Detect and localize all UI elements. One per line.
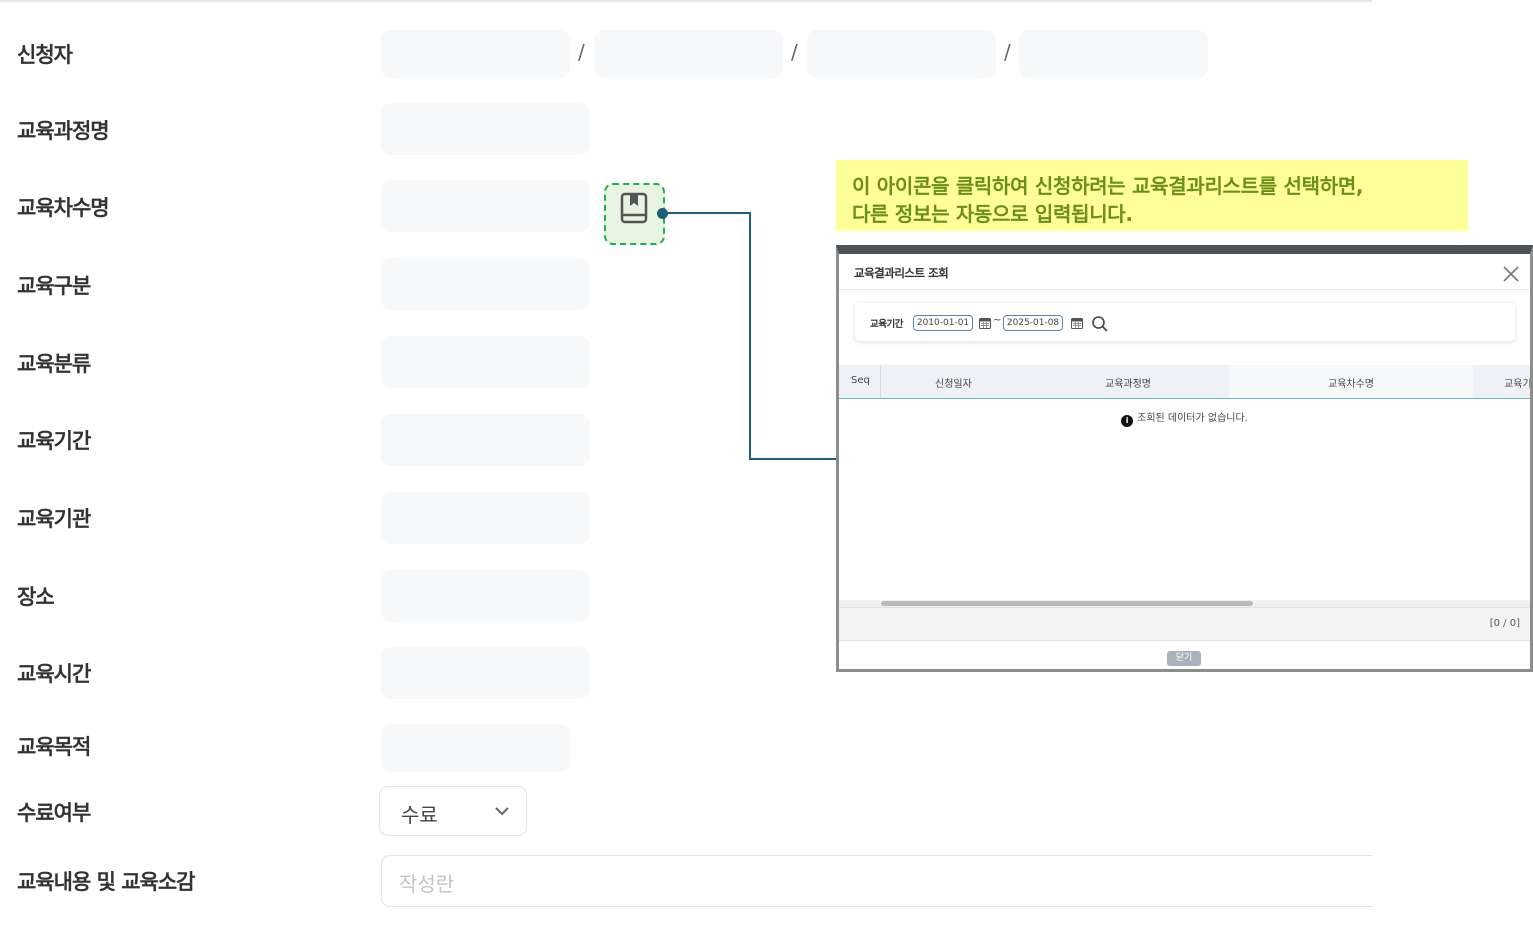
education-result-popup: 교육결과리스트 조회 교육기간 2010-01-01 ~ 2025-01-08 …: [836, 245, 1533, 672]
scrollbar-thumb[interactable]: [881, 601, 1253, 606]
connector-dot: [657, 208, 668, 219]
date-to-input[interactable]: 2025-01-08: [1003, 315, 1063, 331]
close-icon[interactable]: [1502, 265, 1520, 283]
date-separator: ~: [993, 315, 1002, 326]
no-data-text: 조회된 데이터가 없습니다.: [1137, 413, 1248, 424]
callout-line-2: 다른 정보는 자동으로 입력됩니다.: [852, 202, 1133, 226]
grid-header: Seq 신청일자 교육과정명 교육차수명 교육기: [839, 365, 1530, 399]
search-period-label: 교육기간: [870, 319, 903, 330]
calendar-icon[interactable]: [1071, 317, 1083, 329]
popup-close-button[interactable]: 닫기: [1167, 651, 1201, 666]
guide-callout: 이 아이콘을 클릭하여 신청하려는 교육결과리스트를 선택하면, 다른 정보는 …: [836, 160, 1468, 231]
calendar-icon[interactable]: [979, 317, 991, 329]
column-header-course-name[interactable]: 교육과정명: [1105, 375, 1151, 390]
search-icon[interactable]: [1091, 315, 1109, 333]
column-header-education-period[interactable]: 교육기: [1504, 375, 1530, 390]
popup-header: 교육결과리스트 조회: [839, 254, 1530, 290]
callout-line-1: 이 아이콘을 클릭하여 신청하려는 교육결과리스트를 선택하면,: [852, 174, 1364, 198]
grid-column-divider: [880, 365, 881, 398]
column-header-seq[interactable]: Seq: [851, 375, 870, 386]
grid-footer: [0 / 0]: [839, 607, 1530, 641]
column-header-session-name[interactable]: 교육차수명: [1328, 375, 1374, 390]
popup-title: 교육결과리스트 조회: [854, 266, 949, 280]
record-count: [0 / 0]: [1489, 618, 1520, 629]
horizontal-scrollbar[interactable]: [839, 600, 1530, 607]
date-from-input[interactable]: 2010-01-01: [913, 315, 973, 331]
search-bar: 교육기간 2010-01-01 ~ 2025-01-08: [855, 303, 1515, 341]
info-icon: i: [1121, 415, 1134, 427]
column-header-apply-date[interactable]: 신청일자: [935, 375, 972, 390]
no-data-message: i 조회된 데이터가 없습니다.: [839, 409, 1530, 427]
